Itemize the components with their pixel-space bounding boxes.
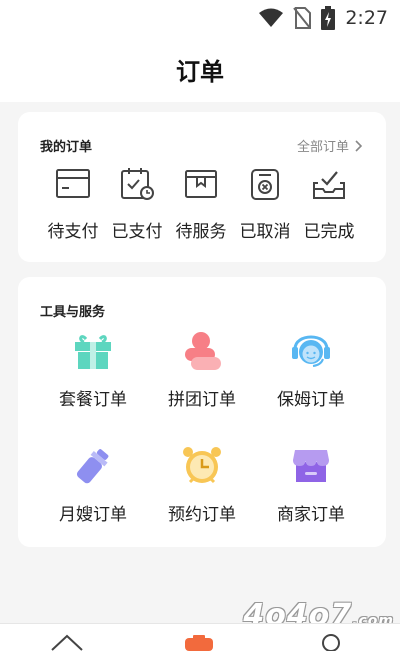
order-status-pending-payment[interactable]: 待支付 — [38, 167, 108, 242]
order-status-label: 待支付 — [47, 222, 99, 242]
shop-icon — [293, 450, 329, 482]
tool-maternity-nurse-orders[interactable]: 月嫂订单 — [38, 446, 148, 525]
title-bar: 订单 — [0, 36, 400, 102]
wifi-icon — [259, 8, 284, 27]
my-orders-card: 我的订单 全部订单 待支付 已支付 待服务 已取消 已完成 — [18, 112, 386, 262]
bottom-nav — [0, 623, 400, 651]
tool-nanny-orders[interactable]: 保姆订单 — [256, 331, 366, 410]
tool-appointment-orders[interactable]: 预约订单 — [147, 446, 257, 525]
battery-charging-icon — [321, 6, 336, 30]
order-status-paid[interactable]: 已支付 — [102, 167, 172, 242]
paid-clipboard-icon — [121, 168, 154, 200]
order-status-label: 已完成 — [303, 222, 355, 242]
completed-tray-icon — [313, 171, 345, 199]
tool-label: 预约订单 — [168, 505, 236, 525]
tool-package-orders[interactable]: 套餐订单 — [38, 331, 148, 410]
home-icon[interactable] — [50, 634, 84, 651]
status-time: 2:27 — [345, 7, 388, 29]
order-status-awaiting-service[interactable]: 待服务 — [166, 167, 236, 242]
tool-label: 商家订单 — [277, 505, 345, 525]
all-orders-link[interactable]: 全部订单 — [297, 136, 362, 155]
alarm-clock-icon — [183, 447, 221, 484]
no-sim-icon — [293, 7, 312, 29]
all-orders-label: 全部订单 — [296, 140, 349, 155]
tools-services-card: 工具与服务 套餐订单 拼团订单 保姆订单 月嫂订单 预约订单 商家订单 — [18, 277, 386, 547]
order-status-label: 已支付 — [111, 222, 163, 242]
order-status-label: 已取消 — [239, 222, 291, 242]
baby-bottle-icon — [76, 449, 109, 484]
tool-group-orders[interactable]: 拼团订单 — [147, 331, 257, 410]
tool-label: 套餐订单 — [59, 390, 127, 410]
box-icon — [185, 170, 217, 198]
tool-merchant-orders[interactable]: 商家订单 — [256, 446, 366, 525]
status-bar: 2:27 — [0, 0, 400, 36]
gift-icon — [75, 335, 111, 369]
nanny-icon — [292, 335, 330, 367]
tool-label: 月嫂订单 — [59, 505, 127, 525]
tools-services-title: 工具与服务 — [40, 305, 106, 320]
tool-label: 拼团订单 — [168, 390, 236, 410]
profile-icon[interactable] — [318, 632, 344, 651]
page-title: 订单 — [176, 58, 224, 86]
card-icon — [56, 169, 90, 198]
order-status-cancelled[interactable]: 已取消 — [230, 167, 300, 242]
tool-label: 保姆订单 — [277, 390, 345, 410]
group-icon — [185, 332, 221, 370]
my-orders-title: 我的订单 — [40, 140, 93, 155]
orders-icon[interactable] — [184, 635, 214, 651]
order-status-completed[interactable]: 已完成 — [294, 167, 364, 242]
order-status-label: 待服务 — [175, 222, 227, 242]
cancel-icon — [251, 169, 279, 200]
chevron-right-icon — [355, 139, 362, 152]
